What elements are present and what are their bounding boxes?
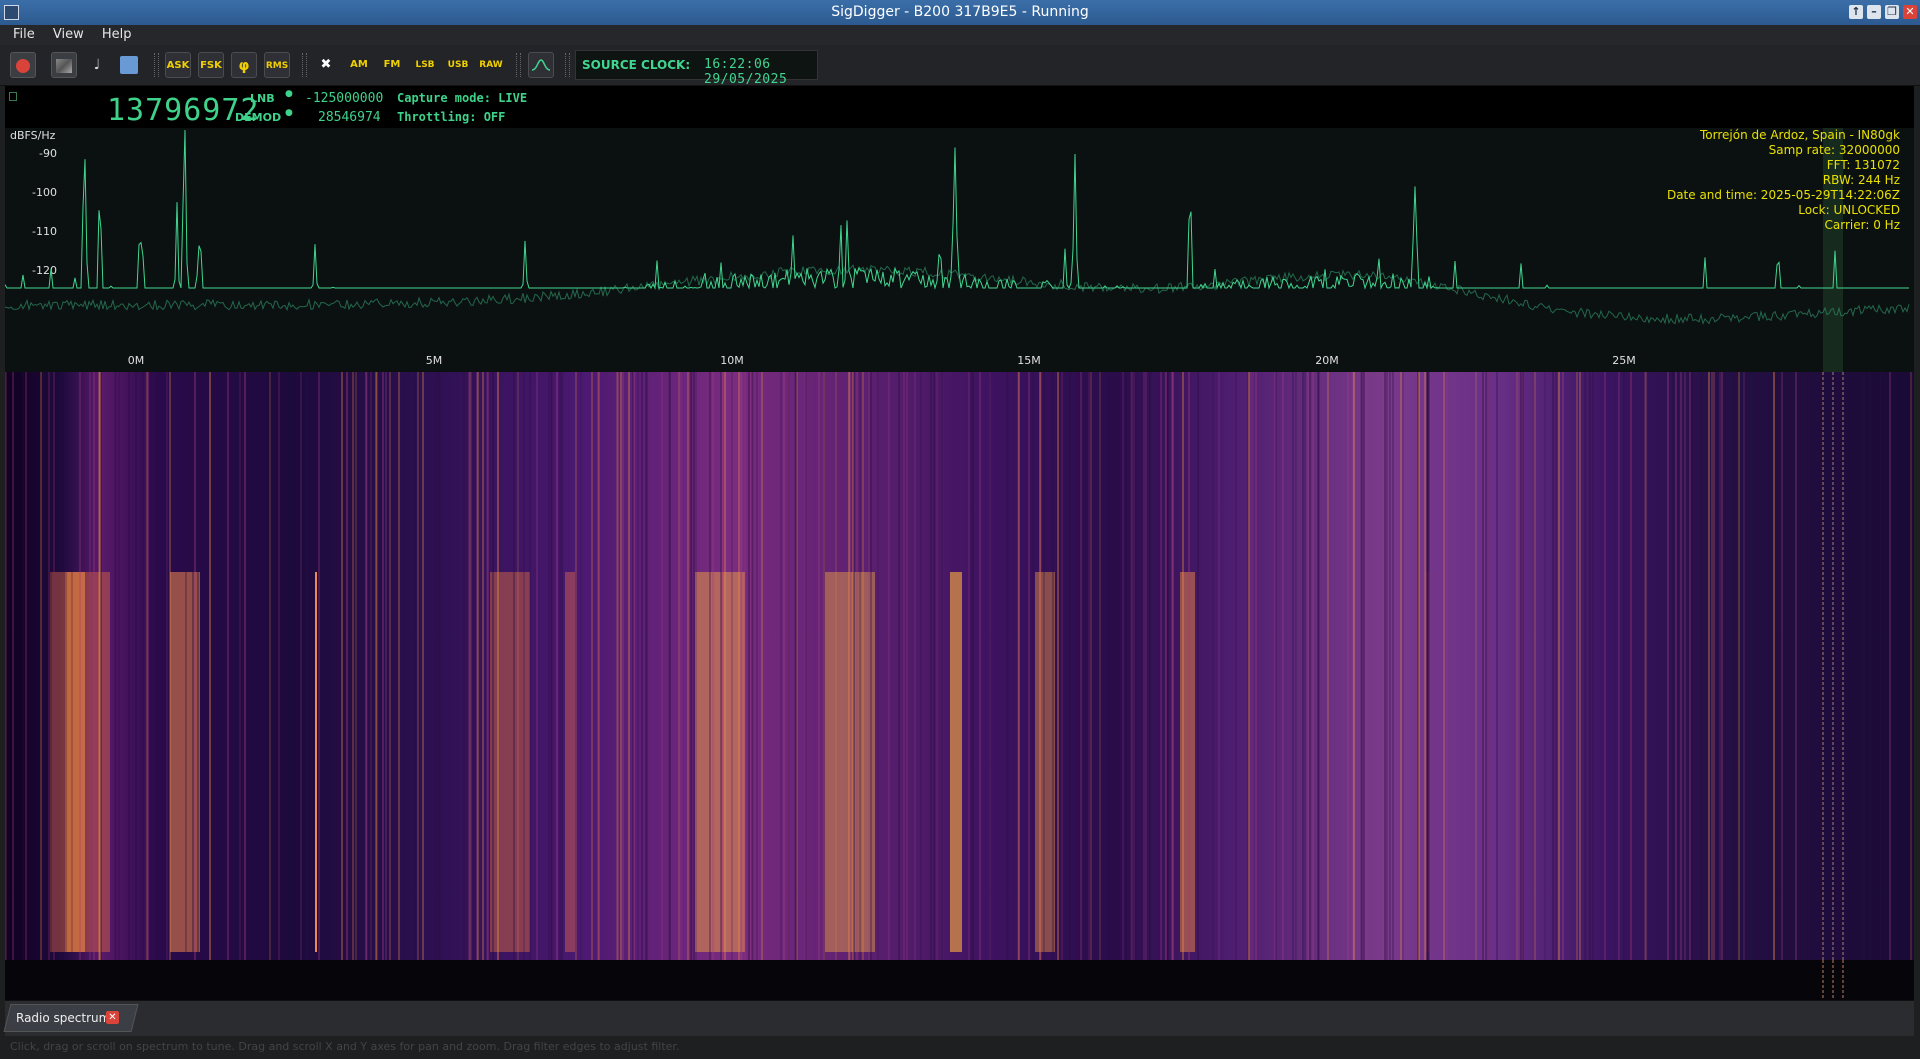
frequency-lcd[interactable]: 13796972 LNB ● -125000000 DEMOD ● 285469… — [5, 86, 1914, 128]
info-rbw: RBW: 244 Hz — [1822, 173, 1900, 187]
music-note-icon: ♩ — [93, 57, 101, 73]
power-icon — [16, 59, 30, 73]
audio-button[interactable]: ♩ — [84, 52, 110, 78]
waterfall-empty-area[interactable] — [5, 960, 1914, 1000]
spectrum-plot[interactable]: dBFS/Hz -90 -100 -110 -120 0M 5M 10M 15M 20M 25M… — [5, 128, 1914, 372]
usb-button[interactable]: USB — [445, 52, 471, 78]
x-tick-label[interactable]: 20M — [1315, 354, 1339, 367]
status-bar: Click, drag or scroll on spectrum to tun… — [0, 1036, 1920, 1059]
info-lock: Lock: UNLOCKED — [1798, 203, 1900, 217]
x-tick-label[interactable]: 15M — [1017, 354, 1041, 367]
book-icon — [120, 56, 138, 74]
psk-inspector-button[interactable]: φ — [231, 52, 257, 78]
throttling-status: Throttling: OFF — [397, 110, 506, 124]
window-title: SigDigger - B200 317B9E5 - Running — [831, 4, 1089, 20]
demod-lock-icon[interactable]: ● — [285, 108, 293, 118]
y-axis-unit[interactable]: dBFS/Hz — [10, 129, 56, 142]
capture-mode: Capture mode: LIVE — [397, 91, 528, 105]
x-tick-label[interactable]: 10M — [720, 354, 744, 367]
y-tick-label[interactable]: -90 — [39, 147, 57, 160]
filter-markers — [1822, 960, 1844, 1000]
lnb-lock-icon[interactable]: ● — [285, 89, 293, 99]
close-window-button[interactable]: ✕ — [1903, 5, 1917, 19]
lsb-button[interactable]: LSB — [412, 52, 438, 78]
menu-view[interactable]: View — [46, 25, 91, 42]
tab-radio-spectrum-label[interactable]: Radio spectrum — [16, 1011, 110, 1025]
menu-help[interactable]: Help — [95, 25, 139, 42]
source-clock-value: 16:22:06 29/05/2025 — [704, 57, 788, 87]
x-tick-label[interactable]: 5M — [426, 354, 443, 367]
info-samp-rate: Samp rate: 32000000 — [1768, 143, 1900, 157]
waterfall-icon — [56, 59, 72, 73]
tab-bar: Radio spectrum ✕ — [3, 1000, 1914, 1036]
spectrum-peak-trace — [5, 264, 1910, 325]
fm-button[interactable]: FM — [379, 52, 405, 78]
x-tick-label[interactable]: 0M — [128, 354, 145, 367]
bell-curve-icon — [531, 59, 551, 71]
info-carrier: Carrier: 0 Hz — [1824, 218, 1900, 232]
about-button[interactable] — [116, 52, 142, 78]
demod-frequency[interactable]: 28546974 — [318, 110, 381, 125]
toolbar: ♩ ASK FSK φ RMS ✖ AM FM LSB USB RAW SOUR… — [0, 45, 1920, 87]
raw-button[interactable]: RAW — [478, 52, 504, 78]
panoramic-spectrum-button[interactable] — [51, 52, 77, 78]
source-clock: SOURCE CLOCK: 16:22:06 29/05/2025 — [575, 50, 818, 87]
keep-above-button[interactable]: ↑ — [1849, 5, 1863, 19]
minimize-button[interactable]: – — [1867, 5, 1881, 19]
lnb-label: LNB — [250, 92, 275, 105]
maximize-button[interactable]: ❐ — [1885, 5, 1899, 19]
demod-label: DEMOD — [235, 111, 282, 124]
y-tick-label[interactable]: -110 — [32, 225, 57, 238]
spectrum-svg[interactable]: dBFS/Hz -90 -100 -110 -120 0M 5M 10M 15M 20M 25M — [5, 128, 1914, 372]
status-text: Click, drag or scroll on spectrum to tun… — [10, 1040, 680, 1053]
fft-button[interactable] — [528, 52, 554, 78]
info-datetime: Date and time: 2025-05-29T14:22:06Z — [1666, 188, 1900, 202]
menu-bar: File View Help — [0, 25, 1920, 45]
info-fft: FFT: 131072 — [1826, 158, 1900, 172]
am-button[interactable]: AM — [346, 52, 372, 78]
source-clock-label: SOURCE CLOCK: — [582, 58, 691, 72]
lnb-frequency[interactable]: -125000000 — [305, 91, 383, 106]
waterfall-lines — [5, 372, 1912, 960]
y-tick-label[interactable]: -100 — [32, 186, 57, 199]
title-bar[interactable]: SigDigger - B200 317B9E5 - Running ↑ – ❐… — [0, 0, 1920, 26]
menu-file[interactable]: File — [6, 25, 42, 42]
ask-inspector-button[interactable]: ASK — [165, 52, 191, 78]
tab-close-icon[interactable]: ✕ — [106, 1011, 119, 1024]
waterfall[interactable] — [5, 372, 1914, 960]
fsk-inspector-button[interactable]: FSK — [198, 52, 224, 78]
x-tick-label[interactable]: 25M — [1612, 354, 1636, 367]
power-button[interactable] — [10, 52, 36, 78]
lock-icon[interactable] — [9, 92, 17, 101]
no-demod-button[interactable]: ✖ — [313, 52, 339, 78]
y-tick-label[interactable]: -120 — [32, 264, 57, 277]
rms-inspector-button[interactable]: RMS — [264, 52, 290, 78]
spectrum-trace — [5, 129, 1909, 290]
info-location: Torrejón de Ardoz, Spain - IN80gk — [1700, 128, 1900, 142]
spectrum-info: Torrejón de Ardoz, Spain - IN80gk Samp r… — [1667, 128, 1900, 233]
